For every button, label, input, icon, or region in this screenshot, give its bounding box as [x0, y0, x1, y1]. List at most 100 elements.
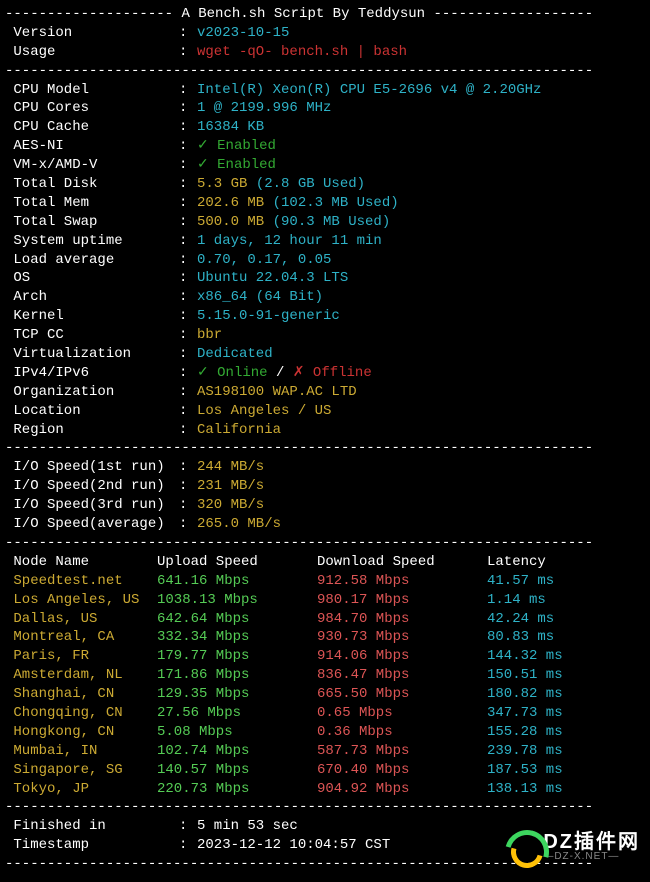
- io-avg-row: I/O Speed(average): 265.0 MB/s: [5, 515, 645, 534]
- speedtest-row: Shanghai, CN129.35 Mbps665.50 Mbps180.82…: [5, 685, 645, 704]
- latency: 187.53 ms: [487, 761, 563, 780]
- speedtest-row: Dallas, US642.64 Mbps984.70 Mbps42.24 ms: [5, 610, 645, 629]
- region-row: Region: California: [5, 421, 645, 440]
- download-speed: 665.50 Mbps: [317, 685, 487, 704]
- speedtest-table-body: Speedtest.net641.16 Mbps912.58 Mbps41.57…: [5, 572, 645, 799]
- upload-speed: 1038.13 Mbps: [157, 591, 317, 610]
- usage-row: Usage: wget -qO- bench.sh | bash: [5, 43, 645, 62]
- cpu-model-row: CPU Model: Intel(R) Xeon(R) CPU E5-2696 …: [5, 81, 645, 100]
- swap-row: Total Swap: 500.0 MB (90.3 MB Used): [5, 213, 645, 232]
- aes-row: AES-NI: ✓ Enabled: [5, 137, 645, 156]
- version-value: v2023-10-15: [197, 25, 289, 41]
- upload-speed: 171.86 Mbps: [157, 666, 317, 685]
- check-icon: ✓: [197, 365, 217, 381]
- node-name: Los Angeles, US: [5, 591, 157, 610]
- download-speed: 836.47 Mbps: [317, 666, 487, 685]
- watermark-title: DZ插件网: [543, 832, 640, 852]
- latency: 41.57 ms: [487, 572, 554, 591]
- upload-speed: 641.16 Mbps: [157, 572, 317, 591]
- cross-icon: ✗: [293, 365, 313, 381]
- ipv-row: IPv4/IPv6: ✓ Online / ✗ Offline: [5, 364, 645, 383]
- watermark: DZ插件网 —DZ-X.NET—: [505, 830, 640, 864]
- latency: 1.14 ms: [487, 591, 546, 610]
- divider: ----------------------------------------…: [5, 534, 645, 553]
- speedtest-row: Tokyo, JP220.73 Mbps904.92 Mbps138.13 ms: [5, 780, 645, 799]
- upload-speed: 129.35 Mbps: [157, 685, 317, 704]
- speedtest-row: Mumbai, IN102.74 Mbps587.73 Mbps239.78 m…: [5, 742, 645, 761]
- cpu-cores-row: CPU Cores: 1 @ 2199.996 MHz: [5, 99, 645, 118]
- speedtest-row: Los Angeles, US1038.13 Mbps980.17 Mbps1.…: [5, 591, 645, 610]
- node-name: Shanghai, CN: [5, 685, 157, 704]
- node-name: Amsterdam, NL: [5, 666, 157, 685]
- node-name: Montreal, CA: [5, 628, 157, 647]
- latency: 80.83 ms: [487, 628, 554, 647]
- divider: ----------------------------------------…: [5, 62, 645, 81]
- latency: 144.32 ms: [487, 647, 563, 666]
- node-name: Paris, FR: [5, 647, 157, 666]
- speedtest-row: Paris, FR179.77 Mbps914.06 Mbps144.32 ms: [5, 647, 645, 666]
- upload-speed: 102.74 Mbps: [157, 742, 317, 761]
- upload-speed: 140.57 Mbps: [157, 761, 317, 780]
- latency: 150.51 ms: [487, 666, 563, 685]
- upload-speed: 332.34 Mbps: [157, 628, 317, 647]
- watermark-url: —DZ-X.NET—: [543, 852, 640, 862]
- node-name: Chongqing, CN: [5, 704, 157, 723]
- kernel-row: Kernel: 5.15.0-91-generic: [5, 307, 645, 326]
- upload-speed: 5.08 Mbps: [157, 723, 317, 742]
- latency: 138.13 ms: [487, 780, 563, 799]
- speedtest-row: Hongkong, CN5.08 Mbps0.36 Mbps155.28 ms: [5, 723, 645, 742]
- upload-speed: 179.77 Mbps: [157, 647, 317, 666]
- node-name: Tokyo, JP: [5, 780, 157, 799]
- node-name: Dallas, US: [5, 610, 157, 629]
- download-speed: 984.70 Mbps: [317, 610, 487, 629]
- download-speed: 0.65 Mbps: [317, 704, 487, 723]
- os-row: OS: Ubuntu 22.04.3 LTS: [5, 269, 645, 288]
- load-row: Load average: 0.70, 0.17, 0.05: [5, 251, 645, 270]
- node-name: Speedtest.net: [5, 572, 157, 591]
- latency: 347.73 ms: [487, 704, 563, 723]
- tcp-row: TCP CC: bbr: [5, 326, 645, 345]
- vmx-row: VM-x/AMD-V: ✓ Enabled: [5, 156, 645, 175]
- io-run3-row: I/O Speed(3rd run): 320 MB/s: [5, 496, 645, 515]
- download-speed: 904.92 Mbps: [317, 780, 487, 799]
- upload-speed: 27.56 Mbps: [157, 704, 317, 723]
- divider: ----------------------------------------…: [5, 798, 645, 817]
- io-run1-row: I/O Speed(1st run): 244 MB/s: [5, 458, 645, 477]
- node-name: Hongkong, CN: [5, 723, 157, 742]
- node-name: Mumbai, IN: [5, 742, 157, 761]
- speedtest-row: Singapore, SG140.57 Mbps670.40 Mbps187.5…: [5, 761, 645, 780]
- speedtest-row: Speedtest.net641.16 Mbps912.58 Mbps41.57…: [5, 572, 645, 591]
- download-speed: 587.73 Mbps: [317, 742, 487, 761]
- check-icon: ✓: [197, 138, 217, 154]
- io-run2-row: I/O Speed(2nd run): 231 MB/s: [5, 477, 645, 496]
- latency: 155.28 ms: [487, 723, 563, 742]
- org-row: Organization: AS198100 WAP.AC LTD: [5, 383, 645, 402]
- latency: 239.78 ms: [487, 742, 563, 761]
- header-title: -------------------- A Bench.sh Script B…: [5, 5, 645, 24]
- download-speed: 912.58 Mbps: [317, 572, 487, 591]
- node-name: Singapore, SG: [5, 761, 157, 780]
- virt-row: Virtualization: Dedicated: [5, 345, 645, 364]
- download-speed: 670.40 Mbps: [317, 761, 487, 780]
- terminal-output: -------------------- A Bench.sh Script B…: [5, 5, 645, 874]
- upload-speed: 220.73 Mbps: [157, 780, 317, 799]
- uptime-row: System uptime: 1 days, 12 hour 11 min: [5, 232, 645, 251]
- disk-row: Total Disk: 5.3 GB (2.8 GB Used): [5, 175, 645, 194]
- upload-speed: 642.64 Mbps: [157, 610, 317, 629]
- download-speed: 980.17 Mbps: [317, 591, 487, 610]
- watermark-logo-icon: [505, 830, 539, 864]
- speedtest-row: Montreal, CA332.34 Mbps930.73 Mbps80.83 …: [5, 628, 645, 647]
- latency: 42.24 ms: [487, 610, 554, 629]
- speedtest-row: Chongqing, CN27.56 Mbps0.65 Mbps347.73 m…: [5, 704, 645, 723]
- check-icon: ✓: [197, 157, 217, 173]
- mem-row: Total Mem: 202.6 MB (102.3 MB Used): [5, 194, 645, 213]
- download-speed: 930.73 Mbps: [317, 628, 487, 647]
- cpu-cache-row: CPU Cache: 16384 KB: [5, 118, 645, 137]
- version-row: Version: v2023-10-15: [5, 24, 645, 43]
- loc-row: Location: Los Angeles / US: [5, 402, 645, 421]
- latency: 180.82 ms: [487, 685, 563, 704]
- speedtest-row: Amsterdam, NL171.86 Mbps836.47 Mbps150.5…: [5, 666, 645, 685]
- arch-row: Arch: x86_64 (64 Bit): [5, 288, 645, 307]
- divider: ----------------------------------------…: [5, 439, 645, 458]
- speedtest-header: Node NameUpload SpeedDownload SpeedLaten…: [5, 553, 645, 572]
